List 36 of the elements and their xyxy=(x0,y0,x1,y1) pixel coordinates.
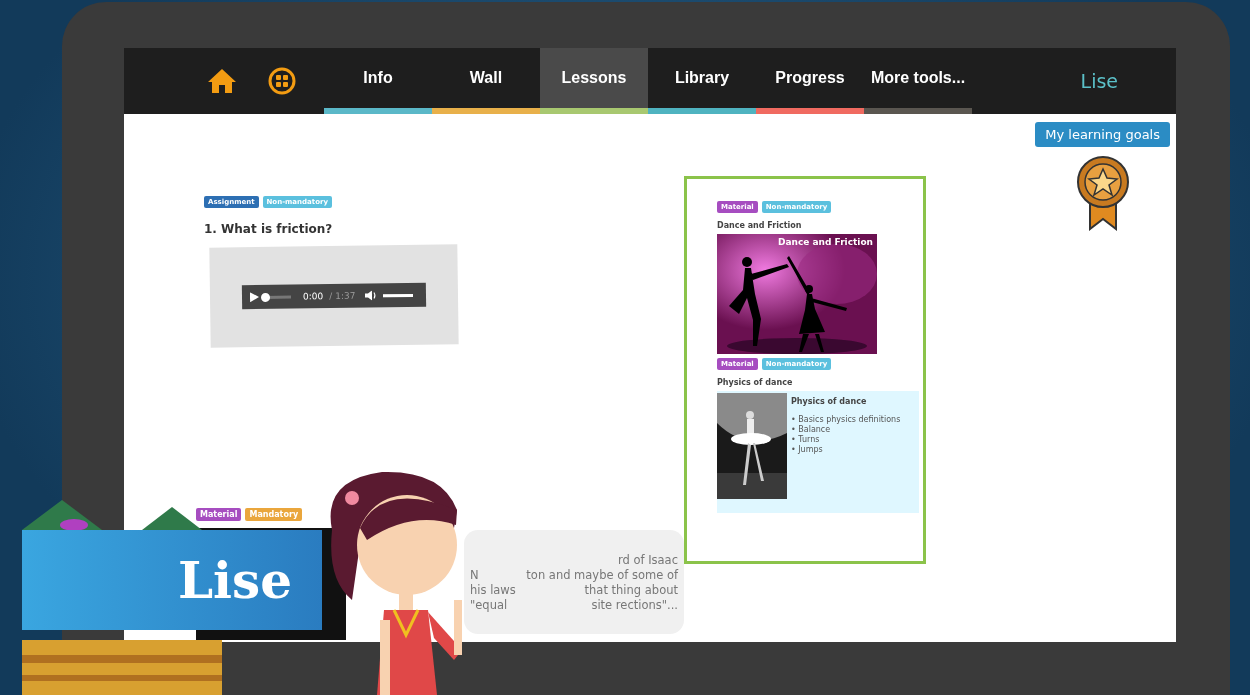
bubble-text: ton and maybe of some of xyxy=(526,567,678,582)
tag-label: Mandatory xyxy=(245,508,303,521)
user-name[interactable]: Lise xyxy=(1080,70,1118,92)
bubble-text: his laws xyxy=(470,582,516,597)
bubble-text: N xyxy=(470,567,479,582)
bubble-text: site rections"... xyxy=(591,597,678,612)
learning-goals-button[interactable]: My learning goals xyxy=(1035,122,1170,147)
audio-time: 0:00 xyxy=(302,291,324,302)
nav-tab[interactable]: Library xyxy=(648,48,756,114)
bubble-text: rd of Isaac xyxy=(617,552,678,567)
progress-thumb[interactable] xyxy=(260,292,271,302)
volume-icon[interactable] xyxy=(365,290,378,301)
volume-slider[interactable] xyxy=(383,293,414,297)
medal-icon xyxy=(1076,155,1130,231)
nav-tab[interactable]: Lessons xyxy=(540,48,648,114)
question-title: 1. What is friction? xyxy=(204,222,334,236)
bubble-text: "equal xyxy=(470,597,508,612)
slide-bullet: • Balance xyxy=(791,425,832,434)
audio-duration: / 1:37 xyxy=(329,290,356,302)
tag-label: Material xyxy=(196,508,242,521)
nav-tab[interactable]: Progress xyxy=(756,48,864,114)
nav-tab[interactable]: Info xyxy=(324,48,432,114)
material-title: Physics of dance xyxy=(717,378,794,387)
image-caption: Dance and Friction xyxy=(778,237,873,247)
home-icon[interactable] xyxy=(207,68,237,94)
nav-tab[interactable]: More tools... xyxy=(864,48,972,114)
slide-bullet: • Turns xyxy=(791,435,821,444)
material-title: Dance and Friction xyxy=(717,221,803,230)
slide-bullet: • Basics physics definitions xyxy=(791,415,901,424)
bubble-text: that thing about xyxy=(584,582,678,597)
nav-tab[interactable]: Wall xyxy=(432,48,540,114)
name-banner: Lise xyxy=(22,530,322,630)
play-icon[interactable] xyxy=(249,292,260,303)
slide-bullet: • Jumps xyxy=(791,445,824,454)
slide-title: Physics of dance xyxy=(791,397,868,406)
apps-icon[interactable] xyxy=(268,67,296,95)
